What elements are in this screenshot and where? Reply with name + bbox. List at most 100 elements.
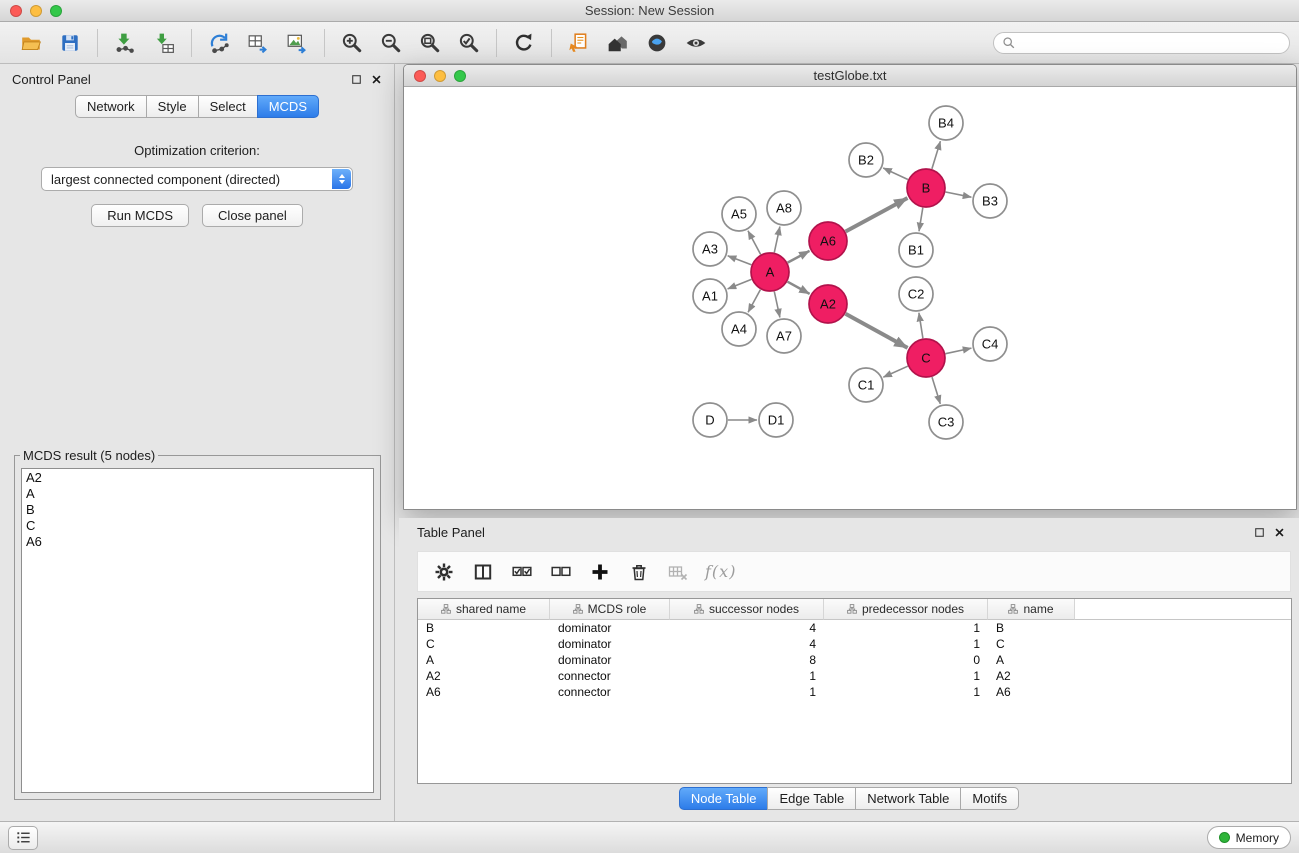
- graph-edge-A-A6[interactable]: [788, 251, 810, 263]
- column-header-shared-name[interactable]: shared name: [418, 599, 550, 620]
- graph-edge-A2-C[interactable]: [846, 314, 908, 348]
- graph-edge-A-A2[interactable]: [788, 282, 810, 294]
- graph-node-A7[interactable]: A7: [767, 319, 801, 353]
- graph-edge-A6-B[interactable]: [846, 198, 908, 232]
- graph-node-D1[interactable]: D1: [759, 403, 793, 437]
- style-icon[interactable]: [642, 28, 672, 58]
- graph-edge-B-B2[interactable]: [883, 168, 908, 180]
- graph-edge-A-A3[interactable]: [728, 256, 752, 265]
- graph-node-A1[interactable]: A1: [693, 279, 727, 313]
- graph-node-A5[interactable]: A5: [722, 197, 756, 231]
- export-image-icon[interactable]: [282, 28, 312, 58]
- graph-edge-A-A4[interactable]: [748, 290, 760, 313]
- graph-edge-C-C1[interactable]: [883, 366, 908, 377]
- graph-node-A[interactable]: A: [751, 253, 789, 291]
- tab-node-table[interactable]: Node Table: [679, 787, 769, 810]
- float-panel-icon[interactable]: [351, 74, 362, 85]
- deselect-all-icon[interactable]: [549, 559, 573, 585]
- save-session-icon[interactable]: [55, 28, 85, 58]
- refresh-network-icon[interactable]: [509, 28, 539, 58]
- graph-node-B2[interactable]: B2: [849, 143, 883, 177]
- mcds-result-list[interactable]: A2ABCA6: [21, 468, 374, 793]
- graph-edge-B-B1[interactable]: [919, 208, 923, 232]
- zoom-selected-icon[interactable]: [454, 28, 484, 58]
- tab-network[interactable]: Network: [75, 95, 147, 118]
- graph-edge-B-B4[interactable]: [932, 141, 941, 169]
- column-header-successor-nodes[interactable]: successor nodes: [670, 599, 824, 620]
- mcds-result-item[interactable]: A2: [26, 470, 369, 486]
- zoom-in-icon[interactable]: [337, 28, 367, 58]
- close-table-panel-icon[interactable]: [1274, 527, 1285, 538]
- import-table-icon[interactable]: [149, 28, 179, 58]
- table-row[interactable]: A6connector11A6: [418, 684, 1291, 700]
- network-close-button[interactable]: [414, 70, 426, 82]
- graph-node-A3[interactable]: A3: [693, 232, 727, 266]
- close-panel-icon[interactable]: [371, 74, 382, 85]
- graph-edge-C-C2[interactable]: [919, 313, 923, 338]
- graph-node-C4[interactable]: C4: [973, 327, 1007, 361]
- select-all-icon[interactable]: [510, 559, 534, 585]
- network-canvas[interactable]: B4 B2 B B3 A5 A8A6 A3 B1 A C2 A1 A2 A4 A7 C4 C C1 C3 D D1: [404, 88, 1296, 509]
- graph-node-B[interactable]: B: [907, 169, 945, 207]
- zoom-out-icon[interactable]: [376, 28, 406, 58]
- graph-node-A4[interactable]: A4: [722, 312, 756, 346]
- graph-node-B3[interactable]: B3: [973, 184, 1007, 218]
- tab-network-table[interactable]: Network Table: [855, 787, 961, 810]
- graph-node-B4[interactable]: B4: [929, 106, 963, 140]
- graph-edge-C-C4[interactable]: [946, 348, 972, 354]
- export-table-icon[interactable]: [243, 28, 273, 58]
- table-row[interactable]: Adominator80A: [418, 652, 1291, 668]
- column-header-MCDS-role[interactable]: MCDS role: [550, 599, 670, 620]
- close-panel-button[interactable]: Close panel: [202, 204, 303, 227]
- graph-node-C2[interactable]: C2: [899, 277, 933, 311]
- column-header-name[interactable]: name: [988, 599, 1075, 620]
- mcds-result-item[interactable]: B: [26, 502, 369, 518]
- minimize-window-button[interactable]: [30, 5, 42, 17]
- graph-edge-C-C3[interactable]: [932, 377, 940, 404]
- show-graphics-icon[interactable]: [681, 28, 711, 58]
- graph-node-C[interactable]: C: [907, 339, 945, 377]
- trash-icon[interactable]: [627, 559, 651, 585]
- table-row[interactable]: Cdominator41C: [418, 636, 1291, 652]
- delete-columns-icon[interactable]: [666, 559, 690, 585]
- table-row[interactable]: A2connector11A2: [418, 668, 1291, 684]
- graph-node-C1[interactable]: C1: [849, 368, 883, 402]
- graph-node-B1[interactable]: B1: [899, 233, 933, 267]
- graph-edge-A-A7[interactable]: [774, 292, 780, 318]
- search-input[interactable]: [1021, 36, 1281, 50]
- fullscreen-window-button[interactable]: [50, 5, 62, 17]
- graph-node-A6[interactable]: A6: [809, 222, 847, 260]
- tab-motifs[interactable]: Motifs: [960, 787, 1019, 810]
- tab-mcds[interactable]: MCDS: [257, 95, 319, 118]
- add-icon[interactable]: [588, 559, 612, 585]
- zoom-fit-icon[interactable]: [415, 28, 445, 58]
- criterion-dropdown[interactable]: largest connected component (directed): [41, 167, 353, 191]
- graph-node-C3[interactable]: C3: [929, 405, 963, 439]
- mcds-result-item[interactable]: A: [26, 486, 369, 502]
- graph-edge-A-A5[interactable]: [748, 231, 761, 255]
- tab-edge-table[interactable]: Edge Table: [767, 787, 856, 810]
- task-history-button[interactable]: [8, 826, 38, 850]
- graph-node-D[interactable]: D: [693, 403, 727, 437]
- graph-edge-A-A8[interactable]: [774, 227, 780, 253]
- graph-node-A8[interactable]: A8: [767, 191, 801, 225]
- graph-edge-A-A1[interactable]: [728, 279, 752, 289]
- tab-style[interactable]: Style: [146, 95, 199, 118]
- gear-icon[interactable]: [432, 559, 456, 585]
- function-icon[interactable]: f(x): [705, 559, 736, 585]
- columns-icon[interactable]: [471, 559, 495, 585]
- mcds-result-item[interactable]: A6: [26, 534, 369, 550]
- network-fullscreen-button[interactable]: [454, 70, 466, 82]
- graph-edge-B-B3[interactable]: [946, 192, 972, 197]
- table-row[interactable]: Bdominator41B: [418, 620, 1291, 636]
- import-network-icon[interactable]: [110, 28, 140, 58]
- home-icon[interactable]: [603, 28, 633, 58]
- network-minimize-button[interactable]: [434, 70, 446, 82]
- memory-button[interactable]: Memory: [1207, 826, 1291, 849]
- close-window-button[interactable]: [10, 5, 22, 17]
- tab-select[interactable]: Select: [198, 95, 258, 118]
- new-network-icon[interactable]: [204, 28, 234, 58]
- float-table-panel-icon[interactable]: [1254, 527, 1265, 538]
- graph-node-A2[interactable]: A2: [809, 285, 847, 323]
- run-mcds-button[interactable]: Run MCDS: [91, 204, 189, 227]
